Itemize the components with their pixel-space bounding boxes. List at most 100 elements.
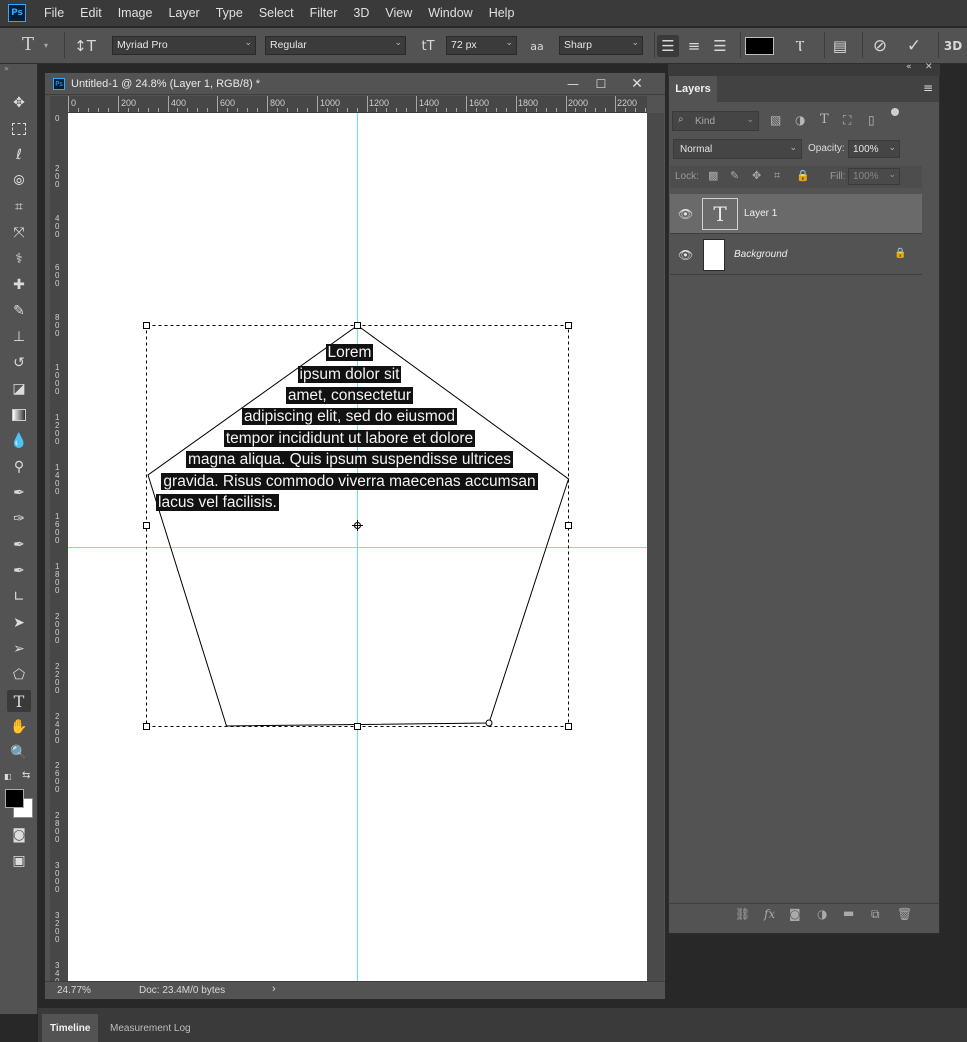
menu-help[interactable]: Help (481, 6, 523, 20)
warp-text-icon[interactable]: Ⲧ (788, 35, 812, 57)
tab-timeline[interactable]: Timeline (42, 1014, 99, 1042)
text-color-swatch[interactable] (745, 37, 774, 55)
preset-chevron-icon[interactable]: ▾ (44, 41, 48, 50)
bandaid-tool-icon[interactable]: ✚ (7, 274, 31, 296)
font-family-select[interactable]: Myriad Pro ⌄ (112, 36, 256, 55)
new-layer-icon[interactable]: ⧉ (871, 907, 880, 922)
screen-mode-icon[interactable]: ▣ (7, 850, 31, 872)
add-anchor-point-tool-icon[interactable]: ✒ (7, 534, 31, 556)
text-line[interactable]: ipsum dolor sit (68, 365, 639, 385)
menu-layer[interactable]: Layer (160, 6, 207, 20)
layer-filter-select[interactable]: ⌕ Kind ⌄ (672, 111, 759, 131)
canvas[interactable]: Lorem ipsum dolor sit amet, consectetur … (68, 113, 647, 981)
align-right-icon[interactable]: ☰ (709, 35, 731, 57)
menu-3d[interactable]: 3D (345, 6, 377, 20)
transform-handle[interactable] (565, 522, 572, 529)
pen-tool-icon[interactable]: ✒ (7, 482, 31, 504)
align-left-icon[interactable]: ☰ (657, 35, 679, 57)
menu-file[interactable]: File (36, 6, 72, 20)
lock-all-icon[interactable]: 🔒 (796, 169, 810, 182)
new-group-icon[interactable]: ▬ (843, 906, 854, 920)
vertical-scrollbar[interactable] (647, 113, 664, 981)
tab-layers[interactable]: Layers (669, 76, 717, 102)
history-brush-tool-icon[interactable]: ↺ (7, 352, 31, 374)
tab-measurement-log[interactable]: Measurement Log (102, 1014, 199, 1042)
transform-handle[interactable] (354, 322, 361, 329)
commit-edits-icon[interactable]: ✓ (903, 35, 925, 57)
font-size-select[interactable]: 72 px ⌄ (446, 36, 517, 55)
layer-name[interactable]: Background (734, 249, 787, 260)
menu-edit[interactable]: Edit (72, 6, 110, 20)
crop-tool-icon[interactable]: ⌗ (7, 196, 31, 218)
cancel-edits-icon[interactable]: ⊘ (869, 35, 891, 57)
transform-handle[interactable] (565, 723, 572, 730)
menu-type[interactable]: Type (208, 6, 251, 20)
foreground-color-swatch[interactable] (5, 789, 24, 808)
lock-icon[interactable]: 🔒 (894, 248, 906, 259)
layer-name[interactable]: Layer 1 (744, 208, 777, 219)
ruler-origin[interactable] (50, 96, 68, 113)
close-icon[interactable]: ✕ (627, 76, 647, 92)
horizontal-ruler[interactable]: 0 200 400 600 800 1000 1200 1400 1600 18… (68, 96, 647, 113)
transform-handle[interactable] (143, 522, 150, 529)
lock-image-icon[interactable]: ✎ (730, 169, 739, 182)
menu-select[interactable]: Select (251, 6, 302, 20)
close-panels-icon[interactable]: ✕ (925, 62, 933, 72)
zoom-tool-icon[interactable]: 🔍 (7, 742, 31, 764)
fill-field[interactable]: 100% ⌄ (848, 168, 900, 185)
eyedropper-tool-icon[interactable]: ⤧ (7, 222, 31, 244)
filter-adjustment-icon[interactable]: ◑ (795, 113, 805, 127)
move-tool-icon[interactable]: ✥ (7, 92, 31, 114)
link-layers-icon[interactable]: ⛓ (735, 907, 750, 921)
marquee-tool-icon[interactable] (7, 118, 31, 140)
convert-point-tool-icon[interactable]: ∟ (7, 586, 31, 608)
document-tab[interactable]: Ps Untitled-1 @ 24.8% (Layer 1, RGB/8) *… (45, 73, 665, 95)
zoom-level[interactable]: 24.77% (57, 985, 91, 996)
vertical-ruler[interactable]: 0 200 400 600 800 1000 1200 1400 1600 1800 2000 220… (50, 113, 68, 981)
panel-menu-icon[interactable]: ≡ (923, 81, 933, 95)
filter-pixel-icon[interactable]: ▧ (770, 113, 781, 127)
transform-handle[interactable] (354, 723, 361, 730)
lock-transparent-icon[interactable]: ▩ (708, 169, 718, 182)
layer-row-text[interactable]: 👁 T Layer 1 (670, 194, 922, 234)
dodge-tool-icon[interactable]: ⚲ (7, 456, 31, 478)
healing-brush-tool-icon[interactable]: ⚕ (7, 248, 31, 270)
lasso-tool-icon[interactable]: ℓ (7, 144, 31, 166)
quick-mask-icon[interactable]: ◙ (7, 824, 31, 846)
delete-layer-icon[interactable]: 🗑 (897, 907, 912, 921)
toggle-text-orientation-icon[interactable]: ↕T (74, 36, 96, 56)
freeform-pen-tool-icon[interactable]: ✑ (7, 508, 31, 530)
brush-tool-icon[interactable]: ✎ (7, 300, 31, 322)
quick-selection-tool-icon[interactable]: ⦾ (7, 170, 31, 192)
lock-position-icon[interactable]: ✥ (752, 169, 761, 182)
gradient-tool-icon[interactable] (7, 404, 31, 426)
text-line[interactable]: amet, consectetur (68, 386, 639, 406)
text-line[interactable]: Lorem (68, 343, 639, 363)
visibility-eye-icon[interactable]: 👁 (678, 207, 693, 221)
direct-selection-tool-icon[interactable]: ➢ (7, 638, 31, 660)
3d-icon[interactable]: 3D (941, 35, 965, 57)
layer-style-icon[interactable]: fx (764, 907, 775, 921)
maximize-icon[interactable]: ☐ (591, 76, 611, 92)
menu-view[interactable]: View (377, 6, 420, 20)
text-line[interactable]: magna aliqua. Quis ipsum suspendisse ult… (68, 450, 639, 470)
path-anchor-point[interactable] (485, 719, 493, 727)
opacity-field[interactable]: 100% ⌄ (848, 140, 900, 158)
text-line[interactable]: gravida. Risus commodo viverra maecenas … (68, 472, 639, 492)
text-line[interactable]: adipiscing elit, sed do eiusmod (68, 407, 639, 427)
visibility-eye-icon[interactable]: 👁 (678, 248, 693, 262)
doc-size-info[interactable]: Doc: 23.4M/0 bytes (139, 985, 225, 996)
filter-shape-icon[interactable]: ⛶ (843, 113, 851, 128)
eraser-tool-icon[interactable]: ◪ (7, 378, 31, 400)
filter-toggle-icon[interactable] (891, 108, 899, 116)
character-panel-icon[interactable]: ▤ (829, 35, 851, 57)
font-style-select[interactable]: Regular ⌄ (265, 36, 406, 55)
transform-handle[interactable] (143, 322, 150, 329)
filter-type-icon[interactable]: T (820, 112, 829, 127)
menu-window[interactable]: Window (420, 6, 480, 20)
status-menu-arrow-icon[interactable]: › (272, 983, 276, 995)
blur-tool-icon[interactable]: 💧 (7, 430, 31, 452)
align-center-icon[interactable]: ≡ (683, 35, 705, 57)
collapse-panels-icon[interactable]: « (906, 62, 912, 72)
text-line[interactable]: tempor incididunt ut labore et dolore (68, 429, 639, 449)
